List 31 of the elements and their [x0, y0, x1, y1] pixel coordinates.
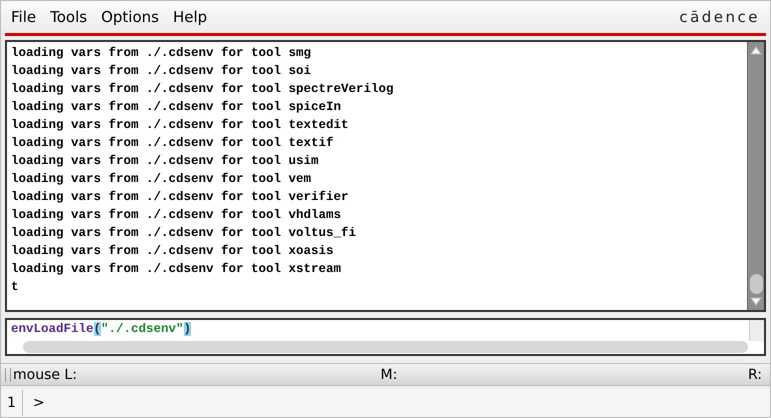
command-number: 1: [1, 390, 23, 416]
mouse-right-label: R:: [748, 366, 762, 382]
menu-item[interactable]: Tools: [50, 8, 88, 26]
output-line: loading vars from ./.cdsenv for tool spectreVerilog: [11, 80, 395, 98]
menu-item[interactable]: Options: [101, 8, 159, 26]
output-line: loading vars from ./.cdsenv for tool vhdlams: [11, 206, 342, 224]
output-line: loading vars from ./.cdsenv for tool verifier: [11, 188, 350, 206]
mouse-left-label: mouse L:: [13, 366, 78, 382]
down-arrow-icon[interactable]: [750, 297, 762, 308]
logo-text: cādence: [679, 8, 760, 26]
menu-item[interactable]: Help: [172, 8, 208, 26]
output-line: loading vars from ./.cdsenv for tool xstream: [11, 260, 342, 278]
output-line: t: [11, 278, 20, 296]
input-pane[interactable]: envLoadFile("./.cdsenv"): [5, 318, 766, 356]
command-input[interactable]: envLoadFile("./.cdsenv"): [7, 320, 749, 341]
up-arrow-icon[interactable]: [750, 44, 762, 55]
output-line: loading vars from ./.cdsenv for tool textif: [11, 134, 335, 152]
horizontal-scrollbar[interactable]: [23, 340, 748, 353]
output-line: loading vars from ./.cdsenv for tool textedit: [11, 116, 350, 134]
scrollbar-thumb[interactable]: [750, 274, 762, 294]
output-line: loading vars from ./.cdsenv for tool smg: [11, 44, 312, 62]
output-line: loading vars from ./.cdsenv for tool spiceIn: [11, 98, 342, 116]
output-line: loading vars from ./.cdsenv for tool voltus_fi: [11, 224, 358, 242]
output-line: loading vars from ./.cdsenv for tool vem: [11, 170, 312, 188]
output-line: loading vars from ./.cdsenv for tool soi: [11, 62, 312, 80]
menu-item[interactable]: File: [11, 8, 36, 26]
vertical-scrollbar[interactable]: [747, 42, 764, 310]
command-prompt: >: [32, 395, 45, 412]
output-line: loading vars from ./.cdsenv for tool xoasis: [11, 242, 335, 260]
mouse-middle-label: M:: [380, 366, 398, 382]
output-line: loading vars from ./.cdsenv for tool usim: [11, 152, 320, 170]
